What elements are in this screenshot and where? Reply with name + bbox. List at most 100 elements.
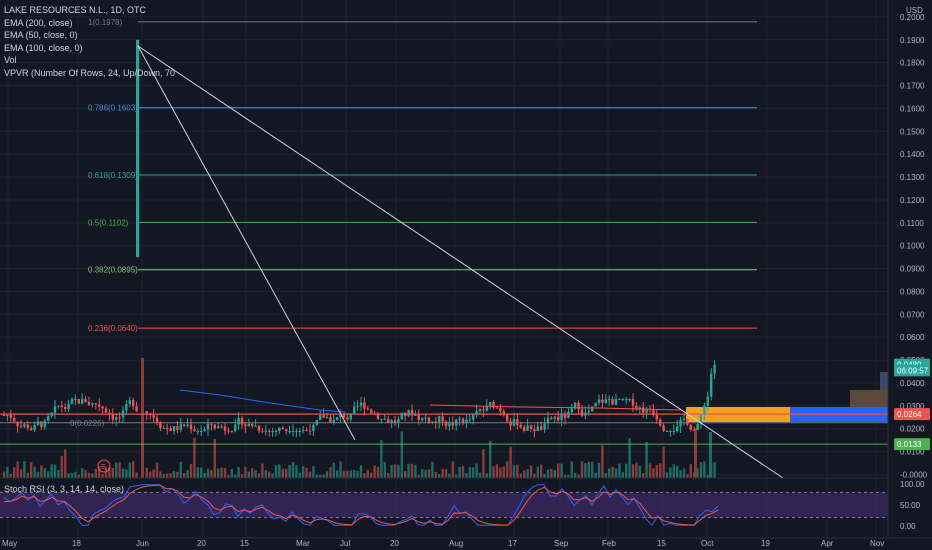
volume-bar [285, 468, 288, 478]
volume-bar [186, 470, 189, 478]
candle-body [305, 430, 308, 432]
fib-level-label: 0.618(0.1309) [88, 171, 138, 180]
chart-canvas[interactable]: E 1(0.1978)0.786(0.1603)0.618(0.1309)0.5… [0, 0, 932, 550]
candle-body [281, 427, 284, 430]
candle-body [176, 426, 179, 430]
candle-body [397, 419, 400, 423]
price-tick-label: 0.1400 [900, 150, 925, 159]
time-tick-label: May [2, 539, 17, 548]
legend-ema100[interactable]: EMA (100, close, 0) [4, 42, 175, 55]
volume-bar [359, 465, 363, 478]
volume-bar [400, 431, 403, 478]
volume-spike [141, 358, 144, 478]
volume-bar [43, 468, 46, 478]
candle-body [577, 402, 580, 410]
volume-bar [495, 464, 499, 478]
candle-body [94, 403, 97, 405]
volume-bar [298, 472, 301, 478]
candle-body [50, 412, 53, 417]
fib-level-label: 0.236(0.0640) [88, 324, 138, 333]
volume-bar [74, 471, 77, 478]
volume-bar [363, 473, 366, 478]
volume-bar [6, 466, 9, 478]
candle-body [200, 431, 203, 433]
candle-body [132, 400, 135, 407]
candle-body [387, 418, 390, 423]
candle-body [621, 398, 624, 400]
candle-body [186, 424, 189, 426]
volume-bar [115, 462, 118, 478]
price-tick-label: 0.1500 [900, 127, 925, 136]
candle-body [557, 416, 560, 421]
volume-bar [261, 463, 264, 478]
candle-body [274, 431, 278, 433]
candle-body [390, 420, 393, 423]
candle-body [169, 428, 172, 432]
time-tick-label: Jun [136, 539, 149, 548]
volume-bar [87, 472, 91, 478]
candle-body [206, 423, 210, 430]
volume-bar [618, 463, 621, 478]
symbol-title[interactable]: LAKE RESOURCES N.L., 1D, OTC [4, 4, 175, 17]
volume-bar [672, 464, 675, 478]
volume-bar [553, 470, 556, 478]
time-tick-label: 18 [72, 539, 81, 548]
candle-body [461, 418, 465, 424]
candle-body [264, 430, 267, 432]
candle-body [261, 430, 264, 432]
price-tick-label: 0.1100 [900, 219, 924, 228]
candle-body [383, 418, 386, 420]
volume-bar [625, 463, 628, 478]
candle-body [665, 431, 669, 433]
volume-bar [2, 471, 6, 478]
volume-bar [203, 473, 206, 478]
candle-body [81, 399, 84, 404]
candle-body [220, 426, 223, 428]
volume-bar [421, 468, 424, 478]
volume-bar [81, 468, 84, 478]
candle-body [458, 418, 461, 420]
volume-bar [257, 473, 261, 478]
candle-body [567, 412, 570, 418]
volume-bar [410, 463, 414, 478]
volume-bar [638, 465, 641, 478]
volume-bar [441, 468, 444, 478]
candle-body [257, 425, 261, 431]
candle-body [230, 431, 233, 433]
volume-bar [414, 464, 417, 478]
stoch-rsi-label[interactable]: Stoch RSI (3, 3, 14, 14, close) [4, 484, 124, 494]
volume-bar [533, 473, 536, 478]
legend-ema50[interactable]: EMA (50, close, 0) [4, 29, 175, 42]
volume-bar [206, 468, 210, 478]
candle-body [227, 430, 230, 432]
candle-body [713, 364, 716, 374]
candle-body [393, 420, 397, 423]
volume-bar [523, 470, 526, 478]
candle-body [2, 415, 6, 417]
volume-bar [427, 469, 431, 478]
legend-ema200[interactable]: EMA (200, close) [4, 17, 175, 30]
volume-bar [621, 472, 624, 478]
volume-bar [23, 461, 26, 478]
volume-bar [373, 465, 376, 478]
volume-bar [397, 464, 400, 478]
volume-bar [679, 470, 682, 478]
volume-bar [424, 470, 427, 478]
legend-vol[interactable]: Vol [4, 54, 175, 67]
candle-body [587, 411, 590, 413]
volume-bar [172, 471, 176, 478]
time-tick-label: Mar [296, 539, 310, 548]
candle-body [128, 400, 131, 405]
volume-bar [502, 466, 505, 478]
time-tick-label: 15 [657, 539, 666, 548]
candle-body [710, 373, 713, 397]
candle-body [376, 413, 380, 420]
legend-vpvr[interactable]: VPVR (Number Of Rows, 24, Up/Down, 70 [4, 67, 175, 80]
volume-bar [281, 468, 284, 478]
candle-body [519, 425, 522, 428]
volume-spike-sep-up [709, 432, 712, 478]
volume-bar [665, 472, 669, 478]
candle-body [67, 403, 70, 409]
candle-body [676, 426, 679, 432]
time-tick-label: 15 [240, 539, 249, 548]
